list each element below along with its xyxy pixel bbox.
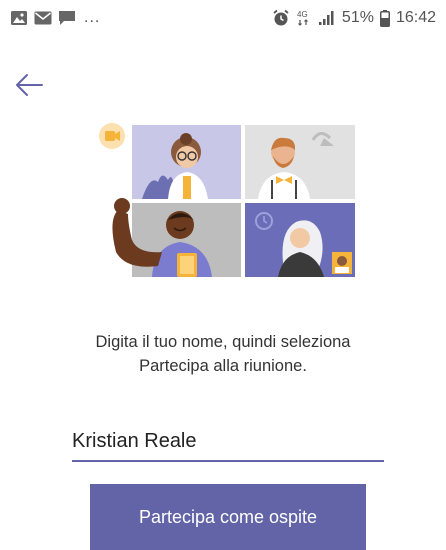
instruction-text: Digita il tuo nome, quindi seleziona Par… <box>0 330 446 378</box>
name-field-container <box>72 426 384 462</box>
mail-icon <box>34 11 52 25</box>
back-button[interactable] <box>12 68 46 102</box>
instruction-line-1: Digita il tuo nome, quindi seleziona <box>95 333 351 351</box>
data-4g-icon: 4G <box>296 9 312 27</box>
tile-woman-glasses <box>132 125 241 199</box>
status-right: 4G 51% 16:42 <box>272 9 436 27</box>
video-camera-icon <box>99 123 125 149</box>
status-left: ... <box>10 9 100 27</box>
signal-icon <box>318 10 336 26</box>
video-call-illustration <box>98 120 360 282</box>
image-icon <box>10 10 28 26</box>
back-arrow-icon <box>16 74 43 96</box>
join-meeting-screen: ... 4G 51% 16:42 Digita il tuo nome, qui… <box>0 0 446 550</box>
status-bar: ... 4G 51% 16:42 <box>0 0 446 36</box>
clock-time: 16:42 <box>395 9 436 26</box>
join-as-guest-button[interactable]: Partecipa come ospite <box>90 484 366 550</box>
name-input[interactable] <box>72 426 384 456</box>
more-notifications: ... <box>84 9 101 26</box>
network-label: 4G <box>297 10 308 19</box>
chat-icon <box>58 10 76 26</box>
tile-man-beard <box>245 125 355 199</box>
tile-woman-white-hair <box>245 203 355 277</box>
instruction-line-2: Partecipa alla riunione. <box>139 357 307 375</box>
battery-percent: 51% <box>341 9 374 26</box>
alarm-icon <box>272 9 290 27</box>
battery-icon <box>379 9 390 27</box>
